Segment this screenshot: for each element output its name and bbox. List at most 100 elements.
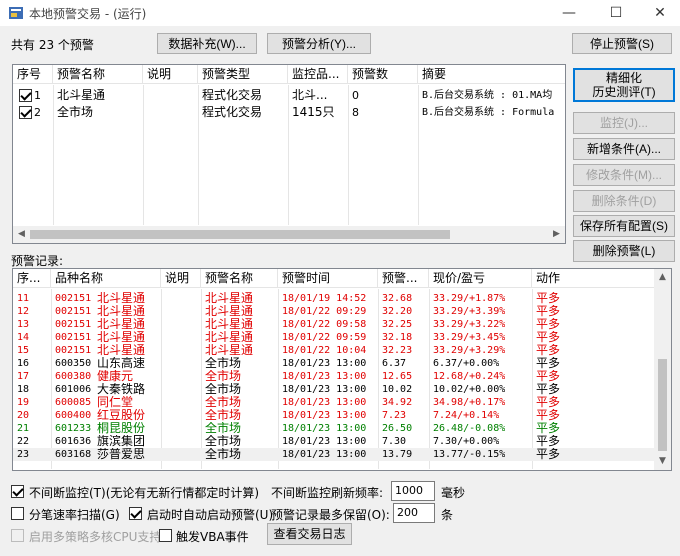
stock-name: 北斗星通	[97, 305, 146, 318]
close-button[interactable]: ✕	[640, 0, 680, 26]
record-action: 平多	[536, 331, 561, 344]
stock-name: 莎普爱思	[97, 448, 146, 461]
col-header[interactable]: 预警名称	[201, 269, 278, 288]
col-header[interactable]: 监控品...	[288, 65, 348, 84]
table-row[interactable]: 21 601233 桐昆股份 全市场 18/01/23 13:00 26.50 26.48/…	[13, 422, 654, 435]
scroll-right-icon[interactable]: ▶	[548, 226, 565, 243]
col-header[interactable]: 预警数	[348, 65, 418, 84]
table-row[interactable]: 14 002151 北斗星通 北斗星通 18/01/22 09:59 32.18 33.29…	[13, 331, 654, 344]
col-header[interactable]: 摘要	[418, 65, 565, 84]
alert-enabled-checkbox[interactable]	[19, 106, 32, 119]
table-row[interactable]: 18 601006 大秦铁路 全市场 18/01/23 13:00 10.02 10.02/…	[13, 383, 654, 396]
alert-monitor: 北斗...	[292, 89, 328, 102]
col-header[interactable]: 品种名称	[51, 269, 161, 288]
record-no: 20	[17, 410, 30, 421]
table-row[interactable]: 16 600350 山东高速 全市场 18/01/23 13:00 6.37 6.37/+0…	[13, 357, 654, 370]
stock-name: 北斗星通	[97, 344, 146, 357]
stock-code: 601636	[55, 436, 92, 447]
modify-condition-button[interactable]: 修改条件(M)...	[573, 164, 675, 186]
maximize-button[interactable]: ☐	[594, 0, 638, 26]
alert-count: 共有 23 个预警	[11, 38, 94, 52]
alert-summary: B.后台交易系统 : 01.MA均	[422, 90, 553, 101]
record-action: 平多	[536, 422, 561, 435]
scroll-down-icon[interactable]: ▼	[654, 453, 671, 470]
record-action: 平多	[536, 448, 561, 461]
scroll-up-icon[interactable]: ▲	[654, 269, 671, 286]
record-action: 平多	[536, 396, 561, 409]
save-config-button[interactable]: 保存所有配置(S)	[573, 215, 675, 237]
col-header[interactable]: 序号	[13, 65, 53, 84]
records-table-header: 序... 品种名称 说明 预警名称 预警时间 预警... 现价/盈亏 动作	[13, 269, 654, 288]
col-header[interactable]: 预警时间	[278, 269, 378, 288]
data-supplement-button[interactable]: 数据补充(W)...	[157, 33, 257, 54]
alert-price: 32.18	[382, 332, 413, 343]
col-header[interactable]: 预警...	[378, 269, 429, 288]
records-vscrollbar[interactable]: ▲ ▼	[654, 269, 671, 470]
minimize-button[interactable]: —	[547, 0, 591, 26]
monitor-button[interactable]: 监控(J)...	[573, 112, 675, 134]
alert-analysis-button[interactable]: 预警分析(Y)...	[267, 33, 371, 54]
stock-code: 601006	[55, 384, 92, 395]
stock-name: 桐昆股份	[97, 422, 146, 435]
alert-name: 全市场	[205, 370, 242, 383]
alert-time: 18/01/23 13:00	[282, 423, 367, 434]
delete-alert-button[interactable]: 删除预警(L)	[573, 240, 675, 262]
stock-code: 002151	[55, 293, 92, 304]
stop-alert-button[interactable]: 停止预警(S)	[572, 33, 672, 54]
alert-price: 32.23	[382, 345, 413, 356]
col-header[interactable]: 预警类型	[198, 65, 288, 84]
refresh-input[interactable]: 1000	[391, 481, 435, 501]
alert-name: 全市场	[205, 422, 242, 435]
alert-enabled-checkbox[interactable]	[19, 89, 32, 102]
scroll-left-icon[interactable]: ◀	[13, 226, 30, 243]
row-no: 2	[34, 106, 41, 119]
col-header[interactable]: 现价/盈亏	[429, 269, 532, 288]
alerts-hscrollbar[interactable]: ◀ ▶	[13, 226, 565, 243]
scroll-thumb[interactable]	[658, 359, 667, 451]
alert-price: 32.25	[382, 319, 413, 330]
stock-name: 北斗星通	[97, 292, 146, 305]
record-no: 16	[17, 358, 30, 369]
price-pnl: 12.68/+0.24%	[433, 371, 506, 382]
record-action: 平多	[536, 370, 561, 383]
alert-price: 10.02	[382, 384, 413, 395]
col-header[interactable]: 序...	[13, 269, 51, 288]
table-row[interactable]: 23 603168 莎普爱思 全市场 18/01/23 13:00 13.79 13.77/…	[13, 448, 654, 461]
table-row[interactable]: 11 002151 北斗星通 北斗星通 18/01/19 14:52 32.68 33.29…	[13, 292, 654, 305]
continuous-monitor-checkbox[interactable]	[11, 485, 24, 498]
table-row[interactable]: 2 全市场 程式化交易 1415只 8 B.后台交易系统 : Formula	[13, 106, 565, 119]
table-row[interactable]: 12 002151 北斗星通 北斗星通 18/01/22 09:29 32.20 33.29…	[13, 305, 654, 318]
table-row[interactable]: 1 北斗星通 程式化交易 北斗... 0 B.后台交易系统 : 01.MA均	[13, 89, 565, 102]
col-header[interactable]: 说明	[143, 65, 198, 84]
delete-condition-button[interactable]: 删除条件(D)	[573, 190, 675, 212]
col-header[interactable]: 动作	[532, 269, 654, 288]
add-condition-button[interactable]: 新增条件(A)...	[573, 138, 675, 160]
table-row[interactable]: 13 002151 北斗星通 北斗星通 18/01/22 09:58 32.25 33.29…	[13, 318, 654, 331]
col-header[interactable]: 说明	[161, 269, 201, 288]
alert-name: 全市场	[205, 409, 242, 422]
table-row[interactable]: 20 600400 红豆股份 全市场 18/01/23 13:00 7.23 7.24/+0…	[13, 409, 654, 422]
scroll-thumb[interactable]	[30, 230, 450, 239]
col-header[interactable]: 预警名称	[53, 65, 143, 84]
table-row[interactable]: 19 600085 同仁堂 全市场 18/01/23 13:00 34.92 34.98/+…	[13, 396, 654, 409]
auto-start-checkbox[interactable]	[129, 507, 142, 520]
max-records-input[interactable]: 200	[393, 503, 435, 523]
record-no: 14	[17, 332, 30, 343]
vba-event-checkbox[interactable]	[159, 529, 172, 542]
alert-time: 18/01/22 09:59	[282, 332, 367, 343]
record-no: 13	[17, 319, 30, 330]
table-row[interactable]: 22 601636 旗滨集团 全市场 18/01/23 13:00 7.30 7.30/+0…	[13, 435, 654, 448]
stock-name: 健康元	[97, 370, 134, 383]
max-records-label: 预警记录最多保留(O):	[271, 508, 390, 522]
alert-price: 7.23	[382, 410, 407, 421]
table-row[interactable]: 15 002151 北斗星通 北斗星通 18/01/22 10:04 32.23 33.29…	[13, 344, 654, 357]
table-row[interactable]: 17 600380 健康元 全市场 18/01/23 13:00 12.65 12.68/+…	[13, 370, 654, 383]
alert-time: 18/01/23 13:00	[282, 371, 367, 382]
price-pnl: 13.77/-0.15%	[433, 449, 506, 460]
multicore-checkbox[interactable]	[11, 529, 24, 542]
view-log-button[interactable]: 查看交易日志	[267, 523, 352, 545]
record-action: 平多	[536, 435, 561, 448]
alert-name: 全市场	[57, 106, 94, 119]
tick-scan-checkbox[interactable]	[11, 507, 24, 520]
backtest-button[interactable]: 精细化 历史测评(T)	[573, 68, 675, 102]
